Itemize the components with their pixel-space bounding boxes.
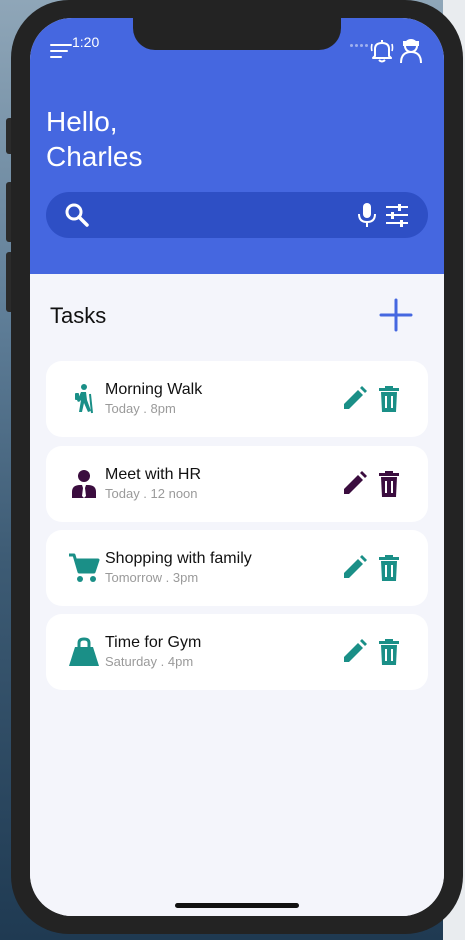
kettlebell-icon	[69, 637, 99, 666]
filter-icon[interactable]	[384, 202, 410, 228]
search-icon[interactable]	[64, 202, 90, 228]
microphone-icon[interactable]	[355, 202, 379, 228]
app-screen: 1:20 Hello, Charles Tasks Morning Walk T…	[30, 18, 444, 916]
task-time: Saturday . 4pm	[105, 654, 194, 669]
task-time: Today . 8pm	[105, 401, 176, 416]
task-card[interactable]: Time for Gym Saturday . 4pm	[46, 614, 428, 690]
app-header: 1:20 Hello, Charles	[30, 18, 444, 274]
edit-icon[interactable]	[340, 470, 368, 498]
phone-notch	[133, 18, 341, 50]
greeting-line1: Hello,	[46, 106, 118, 137]
bell-icon[interactable]	[370, 38, 394, 64]
cart-icon	[69, 553, 100, 582]
delete-icon[interactable]	[375, 638, 403, 666]
delete-icon[interactable]	[375, 470, 403, 498]
task-title: Shopping with family	[105, 550, 252, 567]
signal-icon	[350, 44, 372, 48]
search-input[interactable]	[98, 200, 350, 232]
edit-icon[interactable]	[340, 385, 368, 413]
phone-frame: 1:20 Hello, Charles Tasks Morning Walk T…	[11, 0, 463, 934]
task-card[interactable]: Meet with HR Today . 12 noon	[46, 446, 428, 522]
task-title: Morning Walk	[105, 381, 203, 398]
task-time: Tomorrow . 3pm	[105, 570, 199, 585]
delete-icon[interactable]	[375, 385, 403, 413]
edit-icon[interactable]	[340, 554, 368, 582]
menu-icon[interactable]	[50, 42, 72, 58]
task-card[interactable]: Morning Walk Today . 8pm	[46, 361, 428, 437]
task-time: Today . 12 noon	[105, 486, 198, 501]
status-time: 1:20	[72, 34, 100, 50]
task-title: Meet with HR	[105, 466, 202, 483]
task-card[interactable]: Shopping with family Tomorrow . 3pm	[46, 530, 428, 606]
search-bar[interactable]	[46, 192, 428, 238]
edit-icon[interactable]	[340, 638, 368, 666]
task-title: Time for Gym	[105, 634, 202, 651]
home-indicator[interactable]	[175, 903, 299, 908]
tasks-title: Tasks	[50, 303, 107, 328]
hiking-icon	[75, 384, 93, 414]
greeting-name: Charles	[46, 141, 143, 172]
person-suit-icon	[72, 470, 96, 498]
delete-icon[interactable]	[375, 554, 403, 582]
greeting: Hello, Charles	[46, 104, 142, 174]
add-task-icon[interactable]	[378, 297, 414, 333]
profile-icon[interactable]	[398, 38, 424, 64]
